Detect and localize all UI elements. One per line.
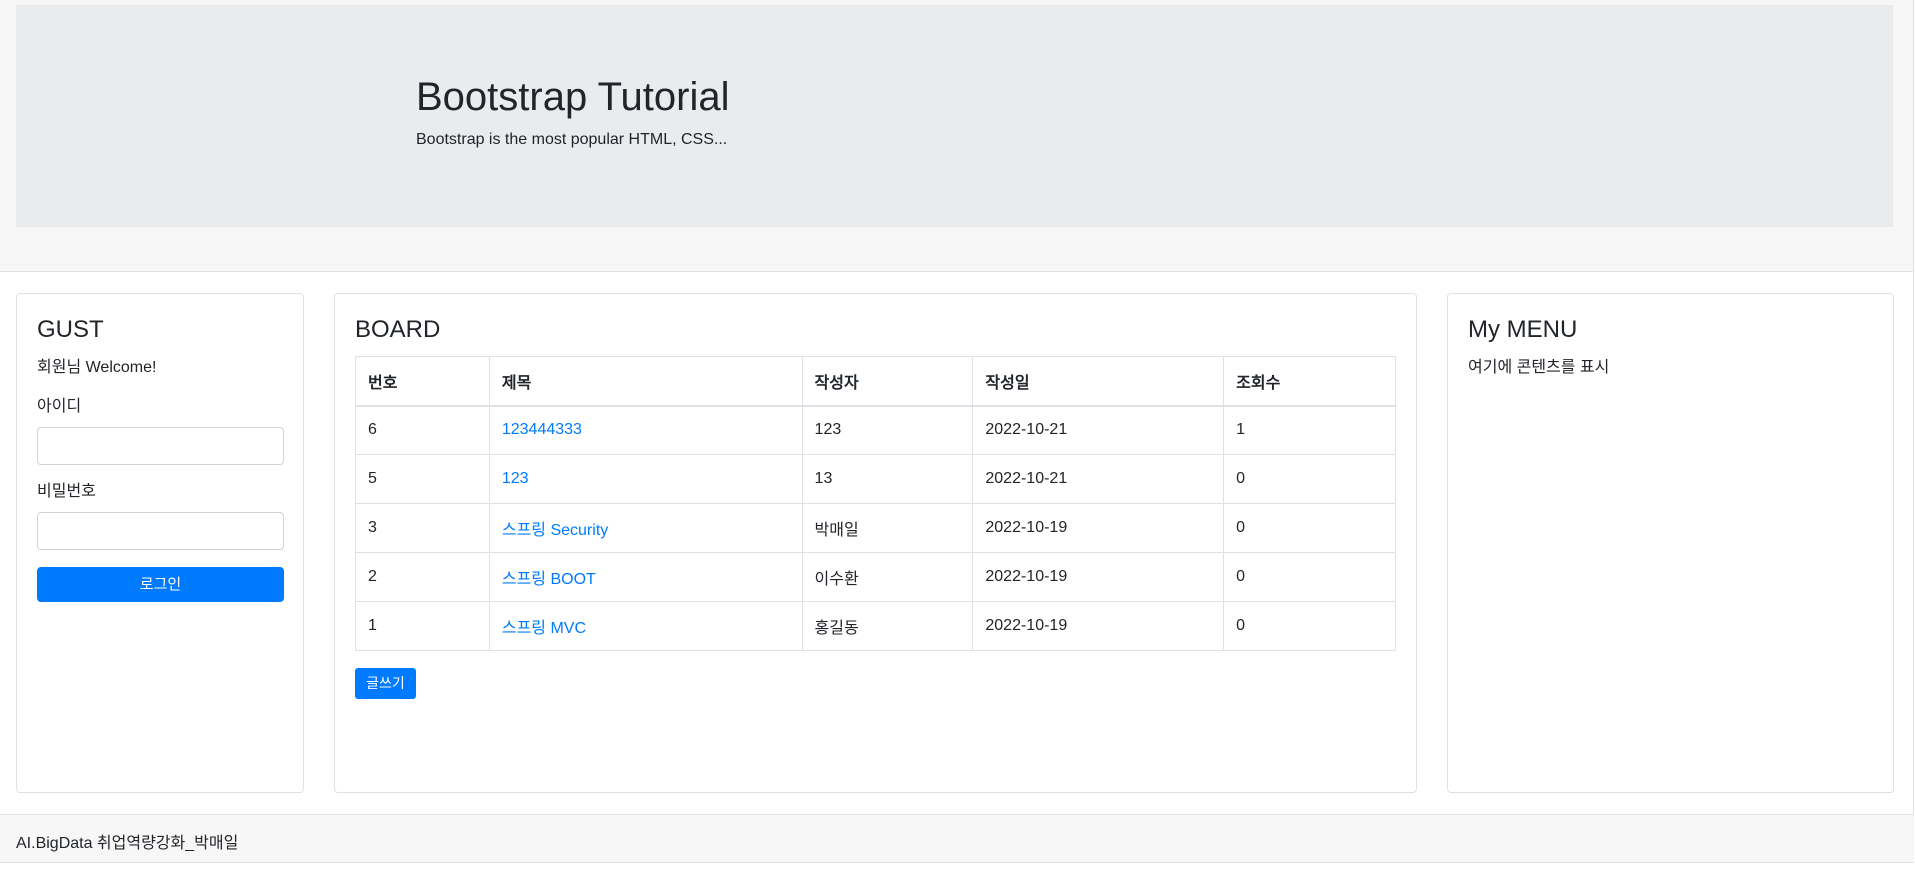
post-views: 0 [1223, 601, 1396, 651]
post-author: 박매일 [801, 503, 974, 553]
post-date: 2022-10-19 [972, 601, 1225, 651]
id-label: 아이디 [37, 398, 82, 415]
post-number: 1 [355, 601, 490, 651]
jumbotron: Bootstrap Tutorial Bootstrap is the most… [16, 5, 1893, 227]
column-header: 작성일 [972, 356, 1225, 407]
post-views: 0 [1223, 454, 1396, 504]
password-input[interactable] [37, 512, 284, 550]
post-title-link[interactable]: 스프링 Security [502, 522, 608, 539]
post-number: 6 [355, 405, 490, 455]
table-row: 1 스프링 MVC 홍길동 2022-10-19 0 [355, 601, 1396, 651]
column-header: 번호 [355, 356, 490, 407]
column-header: 제목 [488, 356, 803, 407]
menu-panel: My MENU 여기에 콘텐츠를 표시 [1447, 293, 1894, 793]
table-row: 2 스프링 BOOT 이수환 2022-10-19 0 [355, 552, 1396, 602]
post-title-link[interactable]: 스프링 MVC [502, 620, 586, 637]
post-author: 13 [801, 454, 974, 504]
welcome-text: 회원님 Welcome! [37, 359, 157, 376]
post-title-link[interactable]: 123444333 [502, 421, 582, 438]
column-header: 조회수 [1223, 356, 1396, 407]
column-header: 작성자 [801, 356, 974, 407]
table-header-row: 번호 제목 작성자 작성일 조회수 [355, 356, 1396, 407]
board-table: 번호 제목 작성자 작성일 조회수 6 123444333 123 2022-1… [355, 356, 1396, 651]
post-views: 0 [1223, 552, 1396, 602]
menu-panel-title: My MENU [1468, 316, 1578, 343]
board-title: BOARD [355, 316, 441, 343]
post-date: 2022-10-21 [972, 454, 1225, 504]
page-subtitle: Bootstrap is the most popular HTML, CSS.… [416, 131, 728, 148]
post-title-link[interactable]: 스프링 BOOT [502, 571, 596, 588]
post-title-link[interactable]: 123 [502, 470, 529, 487]
table-row: 6 123444333 123 2022-10-21 1 [355, 405, 1396, 455]
post-number: 3 [355, 503, 490, 553]
id-input[interactable] [37, 427, 284, 465]
login-panel-title: GUST [37, 316, 104, 343]
post-number: 2 [355, 552, 490, 602]
post-date: 2022-10-19 [972, 503, 1225, 553]
post-date: 2022-10-19 [972, 552, 1225, 602]
header-band: Bootstrap Tutorial Bootstrap is the most… [0, 0, 1914, 272]
post-views: 1 [1223, 405, 1396, 455]
post-author: 123 [801, 405, 974, 455]
login-panel: GUST 회원님 Welcome! 아이디 비밀번호 로그인 [16, 293, 304, 793]
table-row: 3 스프링 Security 박매일 2022-10-19 0 [355, 503, 1396, 553]
page-title: Bootstrap Tutorial [416, 75, 730, 119]
footer-text: AI.BigData 취업역량강화_박매일 [16, 835, 239, 852]
table-row: 5 123 13 2022-10-21 0 [355, 454, 1396, 504]
post-author: 이수환 [801, 552, 974, 602]
post-author: 홍길동 [801, 601, 974, 651]
post-views: 0 [1223, 503, 1396, 553]
login-button[interactable]: 로그인 [37, 567, 284, 602]
post-date: 2022-10-21 [972, 405, 1225, 455]
right-divider [1913, 272, 1914, 814]
post-number: 5 [355, 454, 490, 504]
board-panel: BOARD 번호 제목 작성자 작성일 조회수 6 123444333 123 … [334, 293, 1417, 793]
footer: AI.BigData 취업역량강화_박매일 [0, 814, 1914, 863]
menu-panel-text: 여기에 콘텐츠를 표시 [1468, 359, 1610, 376]
write-button[interactable]: 글쓰기 [355, 668, 416, 699]
password-label: 비밀번호 [37, 483, 96, 500]
